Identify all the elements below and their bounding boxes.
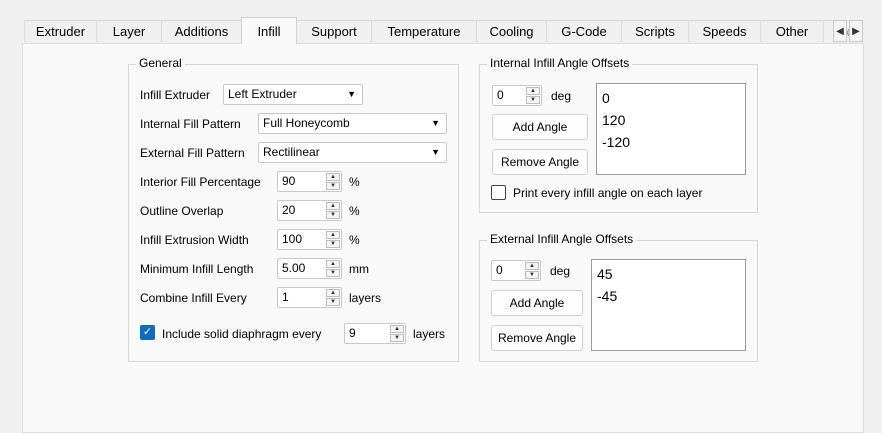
solid-diaphragm-unit: layers bbox=[413, 327, 446, 341]
spin-down-icon[interactable]: ▼ bbox=[326, 211, 340, 219]
spin-down-icon[interactable]: ▼ bbox=[326, 182, 340, 190]
infill-extruder-select[interactable]: Left Extruder ▼ bbox=[223, 84, 363, 105]
tab-bar: Extruder Layer Additions Infill Support … bbox=[0, 0, 882, 44]
interior-fill-percentage-label: Interior Fill Percentage bbox=[140, 175, 261, 189]
outline-overlap-value: 20 bbox=[282, 203, 296, 217]
internal-fill-pattern-value: Full Honeycomb bbox=[263, 116, 350, 130]
spin-up-icon[interactable]: ▲ bbox=[526, 87, 540, 95]
spin-up-icon[interactable]: ▲ bbox=[326, 202, 340, 210]
tab-speeds[interactable]: Speeds bbox=[688, 20, 761, 42]
tab-scripts[interactable]: Scripts bbox=[621, 20, 689, 42]
spin-down-icon[interactable]: ▼ bbox=[326, 269, 340, 277]
spin-up-icon[interactable]: ▲ bbox=[326, 260, 340, 268]
external-offsets-title: External Infill Angle Offsets bbox=[487, 232, 637, 246]
spin-down-icon[interactable]: ▼ bbox=[526, 96, 540, 104]
minimum-infill-length-unit: mm bbox=[349, 262, 369, 276]
combine-infill-every-label: Combine Infill Every bbox=[140, 291, 247, 305]
internal-remove-angle-button[interactable]: Remove Angle bbox=[492, 149, 588, 175]
minimum-infill-length-label: Minimum Infill Length bbox=[140, 262, 254, 276]
print-every-angle-checkbox[interactable] bbox=[491, 185, 506, 200]
combine-infill-every-spinbox[interactable]: 1 ▲ ▼ bbox=[277, 287, 342, 308]
list-item[interactable]: -45 bbox=[597, 285, 745, 307]
print-every-angle-label: Print every infill angle on each layer bbox=[513, 186, 703, 200]
triangle-left-icon[interactable]: ◀ bbox=[833, 20, 847, 42]
internal-angles-list[interactable]: 0 120 -120 bbox=[596, 83, 746, 175]
internal-fill-pattern-label: Internal Fill Pattern bbox=[140, 117, 241, 131]
external-angles-list[interactable]: 45 -45 bbox=[591, 259, 746, 351]
spin-up-icon[interactable]: ▲ bbox=[326, 289, 340, 297]
infill-extrusion-width-value: 100 bbox=[282, 232, 303, 246]
tab-support[interactable]: Support bbox=[296, 20, 372, 42]
triangle-right-icon[interactable]: ▶ bbox=[849, 20, 863, 42]
spin-up-icon[interactable]: ▲ bbox=[525, 262, 539, 270]
tab-layer[interactable]: Layer bbox=[96, 20, 162, 42]
chevron-down-icon: ▼ bbox=[347, 89, 356, 99]
external-fill-pattern-label: External Fill Pattern bbox=[140, 146, 245, 160]
tab-extruder[interactable]: Extruder bbox=[24, 20, 97, 42]
external-angle-unit: deg bbox=[550, 264, 571, 278]
combine-infill-every-unit: layers bbox=[349, 291, 382, 305]
internal-angle-spinbox[interactable]: 0 ▲ ▼ bbox=[492, 85, 542, 106]
list-item[interactable]: 0 bbox=[602, 87, 745, 109]
internal-angle-value: 0 bbox=[497, 88, 504, 102]
external-angle-value: 0 bbox=[496, 263, 503, 277]
tab-temperature[interactable]: Temperature bbox=[371, 20, 477, 42]
internal-fill-pattern-select[interactable]: Full Honeycomb ▼ bbox=[258, 113, 447, 134]
external-add-angle-button[interactable]: Add Angle bbox=[491, 290, 583, 316]
internal-add-angle-button[interactable]: Add Angle bbox=[492, 114, 588, 140]
checkmark-icon: ✓ bbox=[142, 326, 153, 338]
spin-up-icon[interactable]: ▲ bbox=[326, 231, 340, 239]
outline-overlap-spinbox[interactable]: 20 ▲ ▼ bbox=[277, 200, 342, 221]
spin-down-icon[interactable]: ▼ bbox=[390, 334, 404, 342]
list-item[interactable]: 120 bbox=[602, 109, 745, 131]
infill-extruder-label: Infill Extruder bbox=[140, 88, 211, 102]
spin-up-icon[interactable]: ▲ bbox=[326, 173, 340, 181]
external-angle-spinbox[interactable]: 0 ▲ ▼ bbox=[491, 260, 541, 281]
general-group-title: General bbox=[136, 56, 185, 70]
chevron-down-icon: ▼ bbox=[431, 118, 440, 128]
minimum-infill-length-value: 5.00 bbox=[282, 261, 306, 275]
internal-angle-unit: deg bbox=[551, 89, 572, 103]
external-remove-angle-button[interactable]: Remove Angle bbox=[491, 325, 583, 351]
infill-extrusion-width-unit: % bbox=[349, 233, 360, 247]
infill-extrusion-width-label: Infill Extrusion Width bbox=[140, 233, 249, 247]
outline-overlap-unit: % bbox=[349, 204, 360, 218]
external-fill-pattern-value: Rectilinear bbox=[263, 145, 320, 159]
infill-extrusion-width-spinbox[interactable]: 100 ▲ ▼ bbox=[277, 229, 342, 250]
interior-fill-percentage-unit: % bbox=[349, 175, 360, 189]
internal-offsets-title: Internal Infill Angle Offsets bbox=[487, 56, 633, 70]
list-item[interactable]: 45 bbox=[597, 263, 745, 285]
tab-additions[interactable]: Additions bbox=[161, 20, 242, 42]
solid-diaphragm-label: Include solid diaphragm every bbox=[162, 327, 322, 341]
list-item[interactable]: -120 bbox=[602, 131, 745, 153]
minimum-infill-length-spinbox[interactable]: 5.00 ▲ ▼ bbox=[277, 258, 342, 279]
infill-extruder-value: Left Extruder bbox=[228, 87, 297, 101]
interior-fill-percentage-value: 90 bbox=[282, 174, 296, 188]
external-fill-pattern-select[interactable]: Rectilinear ▼ bbox=[258, 142, 447, 163]
solid-diaphragm-checkbox[interactable]: ✓ bbox=[140, 325, 155, 340]
spin-up-icon[interactable]: ▲ bbox=[390, 325, 404, 333]
tab-infill[interactable]: Infill bbox=[241, 17, 297, 44]
tab-g-code[interactable]: G-Code bbox=[546, 20, 622, 42]
interior-fill-percentage-spinbox[interactable]: 90 ▲ ▼ bbox=[277, 171, 342, 192]
spin-down-icon[interactable]: ▼ bbox=[525, 271, 539, 279]
outline-overlap-label: Outline Overlap bbox=[140, 204, 224, 218]
chevron-down-icon: ▼ bbox=[431, 147, 440, 157]
solid-diaphragm-value: 9 bbox=[349, 326, 356, 340]
tab-cooling[interactable]: Cooling bbox=[476, 20, 547, 42]
spin-down-icon[interactable]: ▼ bbox=[326, 298, 340, 306]
combine-infill-every-value: 1 bbox=[282, 290, 289, 304]
tab-other[interactable]: Other bbox=[760, 20, 824, 42]
solid-diaphragm-spinbox[interactable]: 9 ▲ ▼ bbox=[344, 323, 406, 344]
spin-down-icon[interactable]: ▼ bbox=[326, 240, 340, 248]
